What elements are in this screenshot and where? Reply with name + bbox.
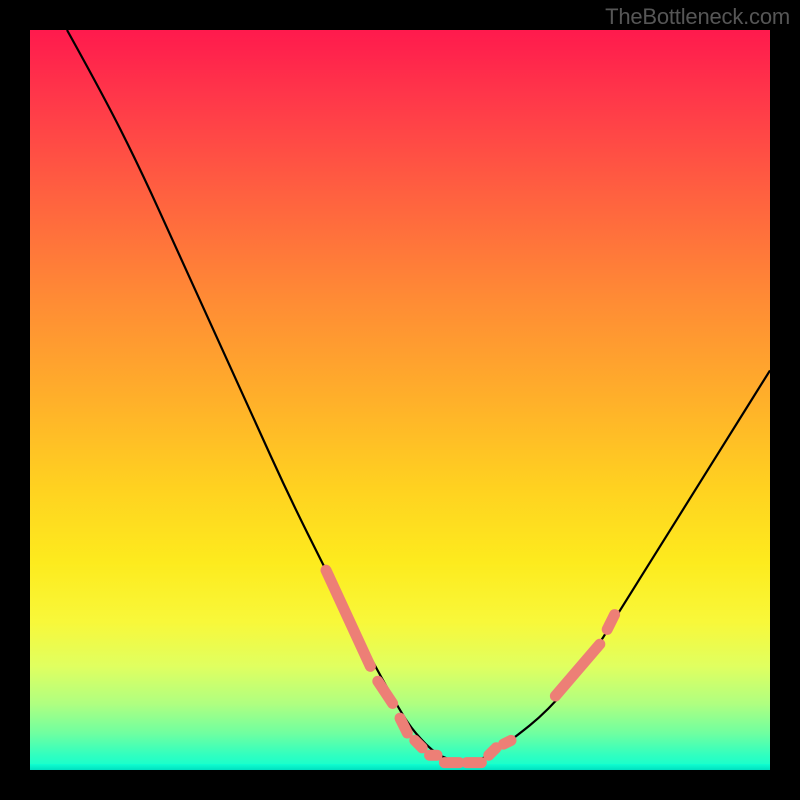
chart-frame: TheBottleneck.com xyxy=(0,0,800,800)
chart-svg xyxy=(30,30,770,770)
watermark: TheBottleneck.com xyxy=(605,4,790,30)
salmon-dashes xyxy=(326,570,615,762)
black-curve xyxy=(67,30,770,763)
